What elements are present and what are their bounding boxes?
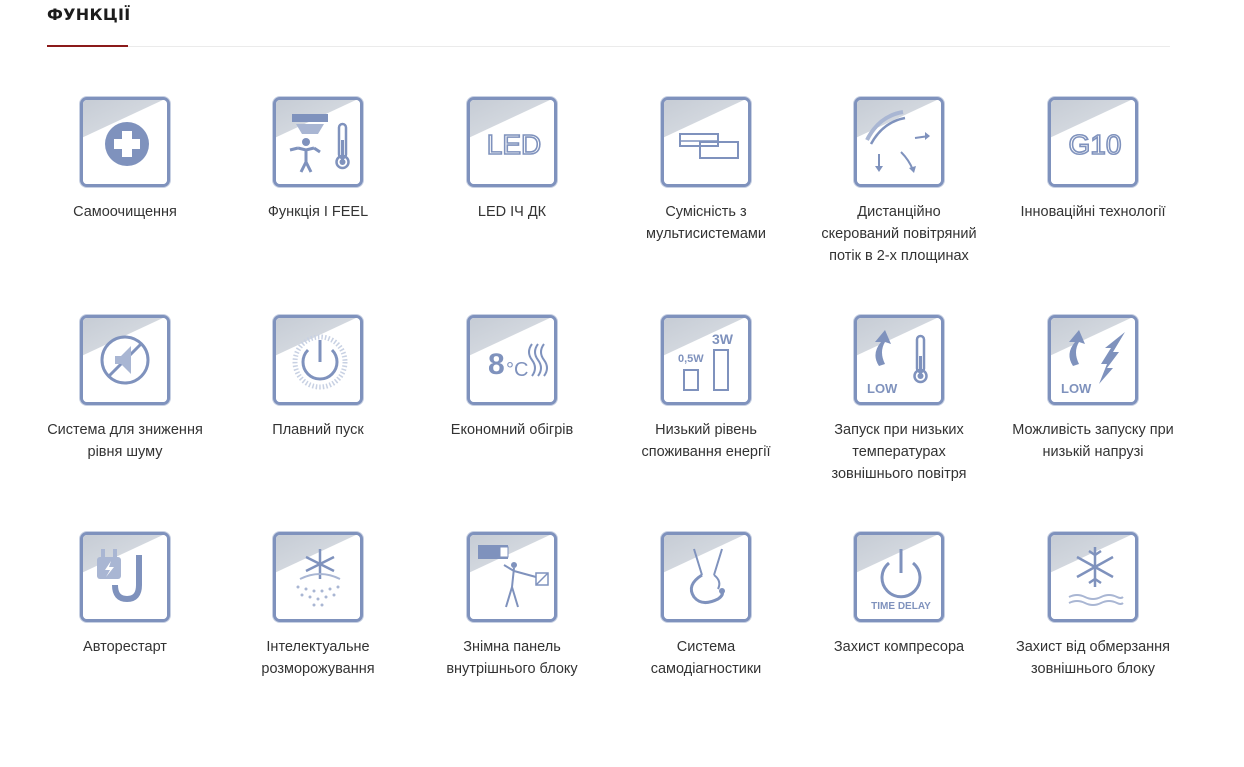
low-voltage-start-icon: LOW — [1048, 315, 1138, 405]
low-power-icon-low: 0,5W — [678, 353, 704, 365]
low-power-icon: 3W 0,5W — [661, 315, 751, 405]
smart-defrost-icon — [273, 532, 363, 622]
low-temp-icon-text: LOW — [867, 381, 898, 396]
airflow-2d-icon — [854, 97, 944, 187]
feature-label: Можливість запуску при низькій напрузі — [1012, 422, 1174, 460]
feature-label: Система для зниження рівня шуму — [47, 422, 203, 460]
feature-label: Захист від обмерзання зовнішнього блоку — [1015, 639, 1171, 677]
mute-icon — [80, 315, 170, 405]
feature-label: Інноваційні технології — [1020, 204, 1166, 220]
low-temp-start-icon: LOW — [854, 315, 944, 405]
feature-label: Запуск при низьких температурах зовнішнь… — [831, 422, 967, 482]
multi-system-icon — [661, 97, 751, 187]
feature-label: Функція I FEEL — [267, 204, 369, 220]
feature-label: Знімна панель внутрішнього блоку — [446, 639, 578, 677]
g10-icon-text: G10 — [1069, 129, 1122, 160]
self-diagnostics-icon — [661, 532, 751, 622]
anti-freeze-icon — [1048, 532, 1138, 622]
feature-label: Авторестарт — [83, 639, 167, 655]
person-thermometer-icon — [273, 97, 363, 187]
heating-icon-unit: °C — [506, 359, 528, 381]
low-voltage-icon-text: LOW — [1061, 381, 1092, 396]
cross-circle-icon — [80, 97, 170, 187]
section-title: ФУНКЦІЇ — [47, 5, 131, 24]
low-power-icon-high: 3W — [712, 331, 734, 347]
feature-label: Захист компресора — [833, 639, 965, 655]
feature-label: Інтелектуальне розморожування — [261, 639, 375, 677]
heating-icon-number: 8 — [488, 348, 505, 381]
section-header: ФУНКЦІЇ — [47, 0, 1170, 47]
feature-label: Дистанційно скерований повітряний потік … — [821, 204, 977, 264]
feature-label: Економний обігрів — [450, 422, 574, 438]
feature-label: Самоочищення — [73, 204, 177, 220]
feature-label: Плавний пуск — [272, 422, 364, 438]
heating-8c-icon: 8 °C — [467, 315, 557, 405]
compressor-icon-text: TIME DELAY — [871, 601, 931, 612]
led-icon: LED — [467, 97, 557, 187]
led-icon-text: LED — [487, 129, 541, 160]
feature-label: Система самодіагностики — [650, 639, 762, 677]
g10-icon: G10 — [1048, 97, 1138, 187]
compressor-protection-icon: TIME DELAY — [854, 532, 944, 622]
feature-label: Низький рівень споживання енергії — [641, 422, 771, 460]
feature-label: Сумісність з мультисистемами — [646, 204, 766, 242]
removable-panel-icon — [467, 532, 557, 622]
auto-restart-icon — [80, 532, 170, 622]
soft-start-icon — [273, 315, 363, 405]
feature-label: LED ІЧ ДК — [477, 204, 547, 220]
section-accent-line — [47, 45, 128, 47]
section-divider — [47, 46, 1170, 47]
